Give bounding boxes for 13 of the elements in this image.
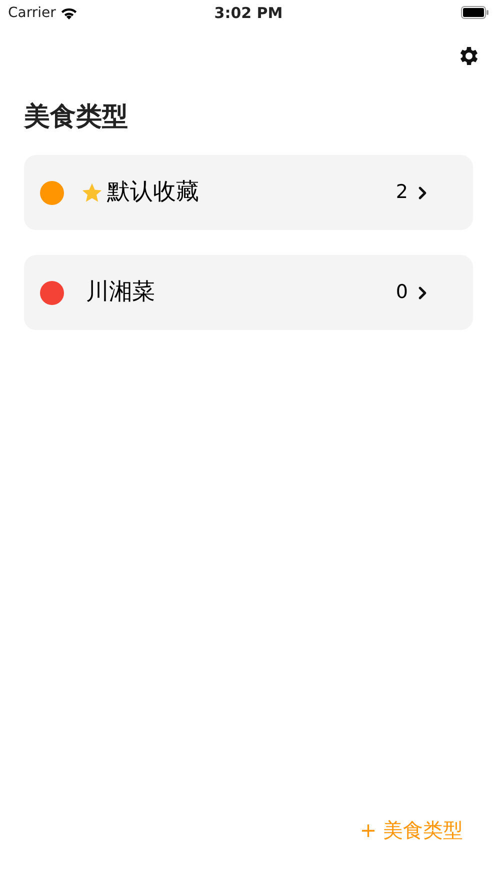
chevron-icon [418, 286, 427, 300]
time-label: 3:02 PM [214, 2, 283, 24]
wifi-icon [60, 6, 78, 20]
category-row[interactable]: 默认收藏 2 [24, 155, 473, 230]
category-name: 川湘菜 [86, 278, 155, 308]
battery-icon [461, 6, 489, 20]
page-title: 美食类型 [24, 101, 129, 134]
count-label: 2 [396, 180, 408, 206]
carrier-label: Carrier [8, 4, 56, 22]
chevron-icon [418, 186, 427, 200]
count-label: 0 [396, 280, 408, 306]
category-row[interactable]: 川湘菜 0 [24, 255, 473, 330]
category-name: 默认收藏 [107, 178, 199, 208]
